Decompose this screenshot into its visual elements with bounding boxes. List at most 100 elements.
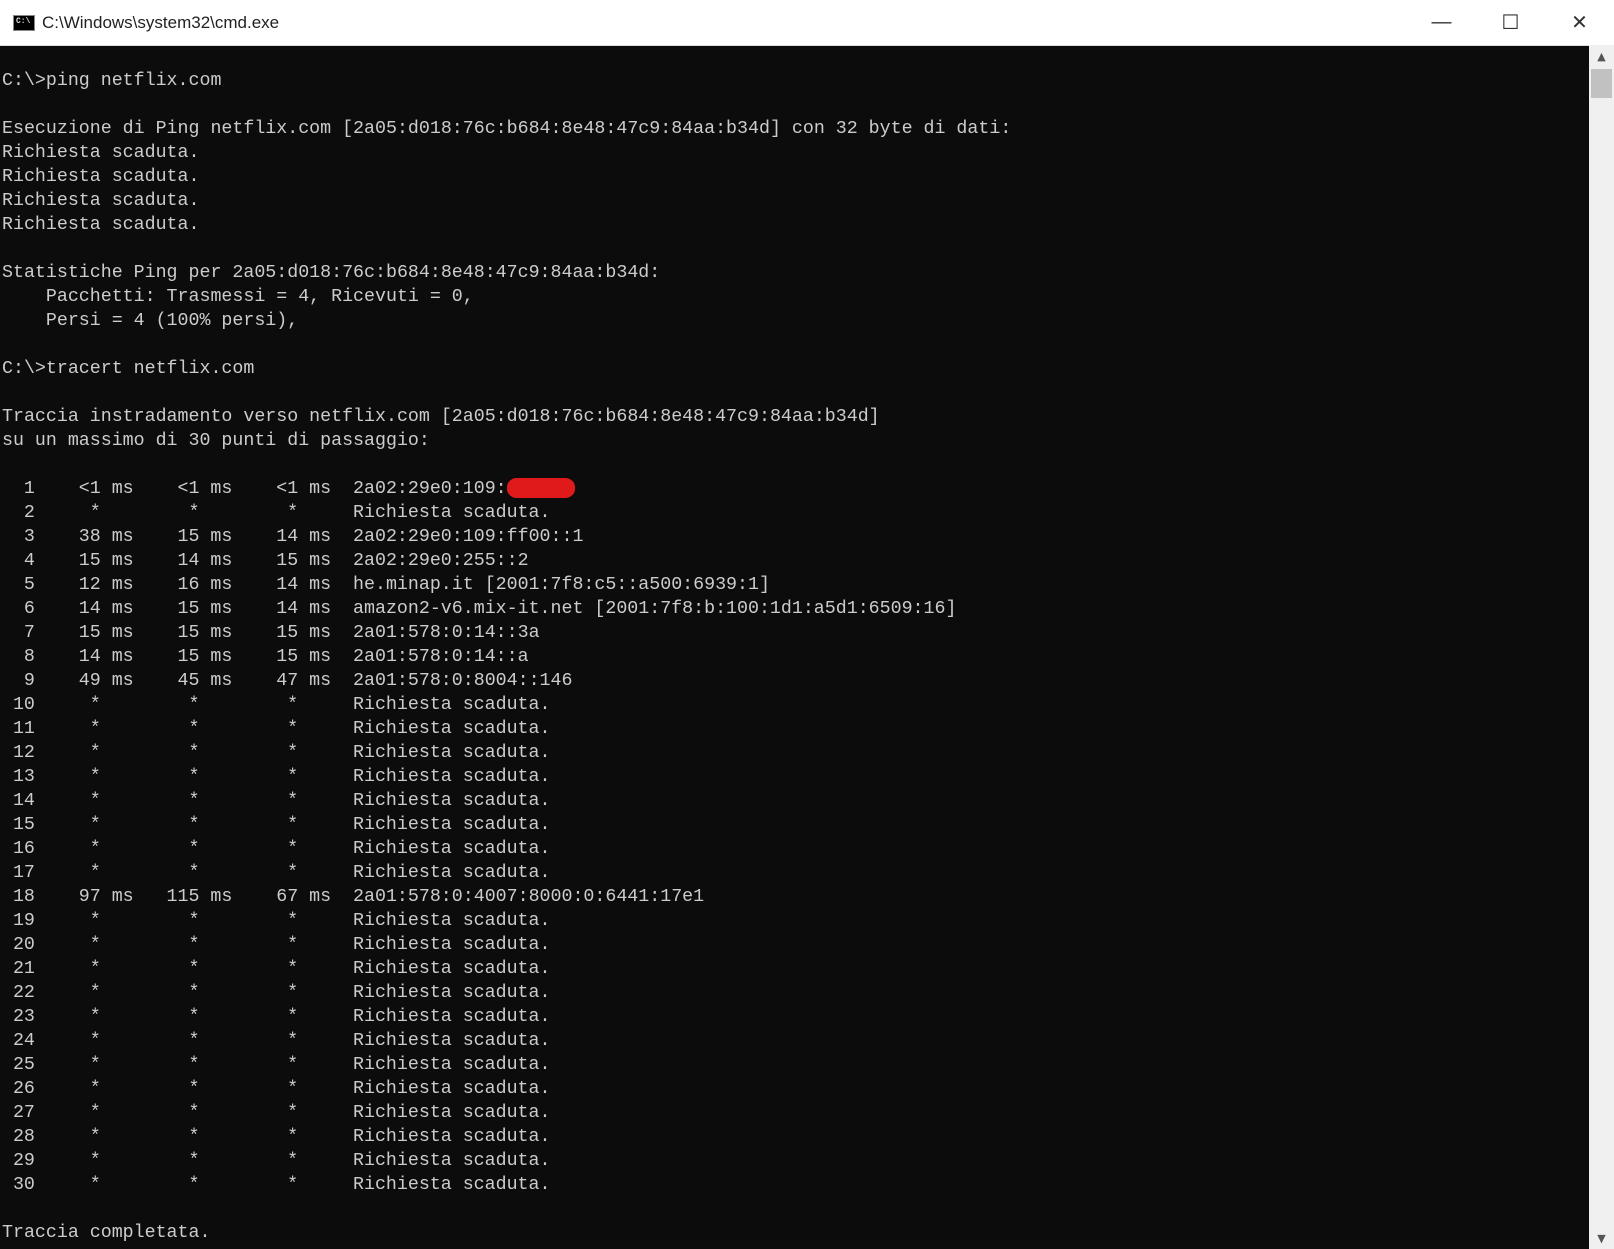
hop-rtt: 15 ms [78, 623, 134, 643]
hop-host: 2a01:578:0:14::3a [353, 623, 540, 643]
hop-rtt: 49 ms [78, 671, 134, 691]
tracert-hop-row: 24 * * * Richiesta scaduta. [2, 1029, 1586, 1053]
hop-number: 8 [23, 647, 35, 667]
hop-rtt: * [89, 791, 101, 811]
hop-rtt: * [188, 1175, 200, 1195]
hop-host: Richiesta scaduta. [353, 983, 551, 1003]
hop-rtt: * [287, 1055, 299, 1075]
hop-host: Richiesta scaduta. [353, 1007, 551, 1027]
hop-rtt: * [287, 1079, 299, 1099]
hop-rtt: * [287, 1007, 299, 1027]
hop-rtt: 45 ms [177, 671, 233, 691]
hop-rtt: 14 ms [78, 647, 134, 667]
hop-rtt: * [89, 1007, 101, 1027]
hop-host: 2a01:578:0:14::a [353, 647, 529, 667]
hop-rtt: * [89, 767, 101, 787]
hop-rtt: * [188, 767, 200, 787]
maximize-button[interactable]: ☐ [1476, 0, 1545, 45]
cmd-app-icon[interactable]: C:\ [13, 14, 35, 31]
hop-host: Richiesta scaduta. [353, 1151, 551, 1171]
tracert-hop-row: 13 * * * Richiesta scaduta. [2, 765, 1586, 789]
hop-rtt: 15 ms [177, 647, 233, 667]
hop-rtt: * [89, 911, 101, 931]
console-output[interactable]: C:\>ping netflix.com Esecuzione di Ping … [2, 45, 1586, 1245]
hop-rtt: * [287, 935, 299, 955]
hop-rtt: * [287, 1103, 299, 1123]
hop-number: 23 [12, 1007, 35, 1027]
app-icon-text: C:\ [16, 16, 31, 26]
hop-number: 10 [12, 695, 35, 715]
hop-host: Richiesta scaduta. [353, 935, 551, 955]
tracert-hop-row: 26 * * * Richiesta scaduta. [2, 1077, 1586, 1101]
tracert-hop-row: 10 * * * Richiesta scaduta. [2, 693, 1586, 717]
hop-host: Richiesta scaduta. [353, 1127, 551, 1147]
hop-rtt: * [89, 1031, 101, 1051]
hop-rtt: * [89, 503, 101, 523]
hop-rtt: * [188, 935, 200, 955]
hop-rtt: * [287, 911, 299, 931]
hop-host: 2a02:29e0:109: [353, 479, 507, 499]
hop-rtt: * [89, 815, 101, 835]
hop-host: Richiesta scaduta. [353, 695, 551, 715]
hop-rtt: <1 ms [78, 479, 134, 499]
ping-stats-header: Statistiche Ping per 2a05:d018:76c:b684:… [2, 263, 661, 283]
ping-reply: Richiesta scaduta. [2, 143, 200, 163]
hop-number: 26 [12, 1079, 35, 1099]
tracert-hop-row: 6 14 ms 15 ms 14 ms amazon2-v6.mix-it.net [2… [2, 597, 1586, 621]
hop-rtt: 67 ms [276, 887, 332, 907]
tracert-hop-row: 14 * * * Richiesta scaduta. [2, 789, 1586, 813]
hop-number: 24 [12, 1031, 35, 1051]
hop-rtt: * [188, 1031, 200, 1051]
hop-rtt: * [89, 1175, 101, 1195]
hop-rtt: 15 ms [177, 623, 233, 643]
ping-stats-packets: Pacchetti: Trasmessi = 4, Ricevuti = 0, [2, 287, 474, 307]
hop-rtt: * [188, 839, 200, 859]
hop-rtt: * [287, 503, 299, 523]
hop-rtt: 14 ms [177, 551, 233, 571]
title-bar[interactable]: C:\ C:\Windows\system32\cmd.exe — ☐ ✕ [0, 0, 1614, 46]
redaction-mark [506, 478, 575, 498]
hop-rtt: * [89, 839, 101, 859]
hop-rtt: * [287, 743, 299, 763]
tracert-command: C:\>tracert netflix.com [2, 359, 255, 379]
hop-rtt: * [188, 1151, 200, 1171]
hop-rtt: 12 ms [78, 575, 134, 595]
hop-rtt: * [89, 983, 101, 1003]
minimize-button[interactable]: — [1407, 0, 1476, 45]
hop-rtt: * [188, 1127, 200, 1147]
hop-host: he.minap.it [2001:7f8:c5::a500:6939:1] [353, 575, 770, 595]
hop-rtt: * [287, 719, 299, 739]
vertical-scrollbar[interactable]: ▲ ▼ [1589, 45, 1614, 1249]
ping-header: Esecuzione di Ping netflix.com [2a05:d01… [2, 119, 1012, 139]
hop-rtt: * [287, 791, 299, 811]
hop-number: 3 [23, 527, 35, 547]
hop-rtt: * [188, 1103, 200, 1123]
tracert-hop-row: 7 15 ms 15 ms 15 ms 2a01:578:0:14::3a [2, 621, 1586, 645]
hop-number: 5 [23, 575, 35, 595]
hop-rtt: * [287, 815, 299, 835]
hop-host: Richiesta scaduta. [353, 815, 551, 835]
hop-host: amazon2-v6.mix-it.net [2001:7f8:b:100:1d… [353, 599, 957, 619]
close-button[interactable]: ✕ [1545, 0, 1614, 45]
window-title: C:\Windows\system32\cmd.exe [42, 12, 280, 32]
hop-rtt: * [188, 959, 200, 979]
hop-rtt: <1 ms [276, 479, 332, 499]
hop-host: 2a01:578:0:8004::146 [353, 671, 573, 691]
hop-rtt: 115 ms [166, 887, 233, 907]
hop-number: 20 [12, 935, 35, 955]
hop-number: 17 [12, 863, 35, 883]
hop-rtt: * [287, 959, 299, 979]
hop-rtt: * [188, 791, 200, 811]
scrollbar-thumb[interactable] [1591, 69, 1612, 98]
hop-host: Richiesta scaduta. [353, 1103, 551, 1123]
hop-rtt: * [188, 1007, 200, 1027]
tracert-hop-row: 5 12 ms 16 ms 14 ms he.minap.it [2001:7f8:c5… [2, 573, 1586, 597]
ping-reply: Richiesta scaduta. [2, 167, 200, 187]
scroll-down-arrow-icon[interactable]: ▼ [1589, 1227, 1614, 1249]
hop-rtt: 38 ms [78, 527, 134, 547]
scroll-up-arrow-icon[interactable]: ▲ [1589, 45, 1614, 67]
